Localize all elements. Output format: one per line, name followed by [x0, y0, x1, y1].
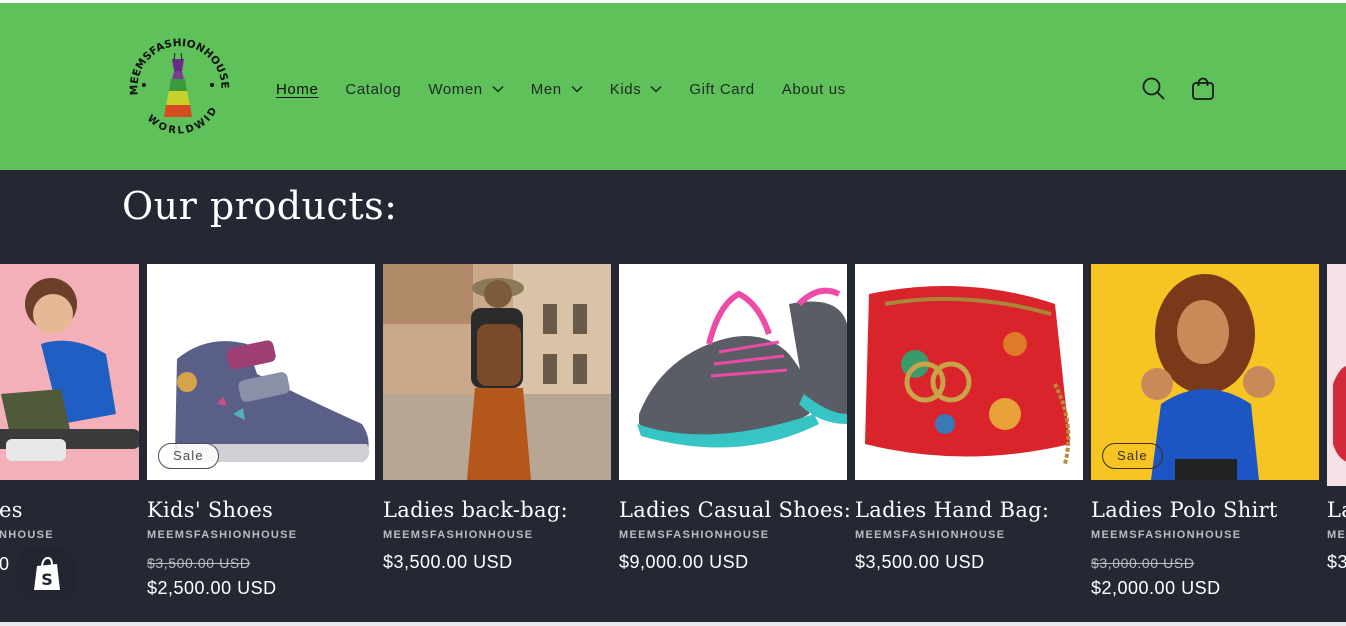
- nav-kids[interactable]: Kids: [610, 79, 663, 99]
- nav-kids-label[interactable]: Kids: [610, 81, 642, 98]
- chevron-down-icon[interactable]: [571, 85, 583, 93]
- sale-badge: Sale: [158, 443, 219, 469]
- product-vendor: MEEMSFASHIONHOUSE: [855, 529, 1006, 541]
- product-card[interactable]: Ladies Casual Shoes: MEEMSFASHIONHOUSE $…: [619, 264, 851, 572]
- product-card[interactable]: Sale Ladies Polo Shirt MEEMSFASHIONHOUSE…: [1091, 264, 1319, 598]
- sale-badge: Sale: [1102, 443, 1163, 469]
- product-title[interactable]: es: [0, 498, 23, 522]
- product-vendor: NHOUSE: [0, 529, 54, 541]
- nav-about-us[interactable]: About us: [782, 79, 846, 99]
- nav-catalog[interactable]: Catalog: [345, 79, 401, 99]
- nav-about-us-label[interactable]: About us: [782, 81, 846, 98]
- product-price: $3,500.00 USD: [855, 552, 985, 572]
- shopify-bag-icon[interactable]: S: [31, 556, 63, 592]
- nav-women-label[interactable]: Women: [428, 81, 482, 98]
- product-price-sale: $2,500.00 USD: [147, 578, 277, 598]
- product-title[interactable]: La: [1327, 498, 1346, 522]
- chevron-down-icon[interactable]: [492, 85, 504, 93]
- product-card-partial-left[interactable]: es NHOUSE 0: [0, 264, 139, 574]
- product-price-sale: $2,000.00 USD: [1091, 578, 1221, 598]
- product-vendor: MEEMSFASHIONHOUSE: [383, 529, 534, 541]
- nav-men[interactable]: Men: [531, 79, 583, 99]
- product-price-regular: $3,000.00 USD: [1091, 555, 1195, 571]
- product-price: $3: [1327, 552, 1346, 572]
- product-title[interactable]: Ladies Casual Shoes:: [619, 498, 851, 522]
- product-vendor: MEEMSFASHIONHOUSE: [147, 529, 298, 541]
- nav-home[interactable]: Home: [276, 79, 318, 99]
- svg-text:S: S: [41, 570, 53, 589]
- nav-women[interactable]: Women: [428, 79, 504, 99]
- product-card[interactable]: Ladies Hand Bag: MEEMSFASHIONHOUSE $3,50…: [855, 264, 1083, 572]
- featured-products-section: Our products: es NHOUSE 0 Sale Kids' Sho…: [0, 170, 1346, 622]
- product-image[interactable]: [855, 264, 1083, 480]
- product-title[interactable]: Ladies Polo Shirt: [1091, 498, 1278, 522]
- product-vendor: MEEMSFASHIONHOUSE: [619, 529, 770, 541]
- section-title: Our products:: [122, 184, 398, 228]
- nav-gift-card[interactable]: Gift Card: [689, 79, 754, 99]
- product-price: $3,500.00 USD: [383, 552, 513, 572]
- product-image[interactable]: [0, 264, 139, 480]
- product-vendor: MEEMSFASHIONHOUSE: [1091, 529, 1242, 541]
- next-section-edge: [0, 622, 1346, 626]
- product-title[interactable]: Ladies back-bag:: [383, 498, 568, 522]
- product-card-partial-right[interactable]: La ME $3: [1327, 264, 1346, 572]
- site-header: MEEMSFASHIONHOUSE WORLDWIDE Home Catalog…: [0, 3, 1346, 170]
- product-price: 0: [0, 554, 10, 574]
- nav-men-label[interactable]: Men: [531, 81, 562, 98]
- product-image[interactable]: Sale: [1091, 264, 1319, 480]
- shopify-button[interactable]: S: [18, 548, 76, 600]
- store-logo[interactable]: MEEMSFASHIONHOUSE WORLDWIDE: [122, 33, 234, 145]
- product-card[interactable]: Sale Kids' Shoes MEEMSFASHIONHOUSE $3,50…: [147, 264, 375, 598]
- product-vendor: ME: [1327, 529, 1346, 541]
- nav-gift-card-label[interactable]: Gift Card: [689, 81, 754, 98]
- nav-catalog-label[interactable]: Catalog: [345, 81, 401, 98]
- product-image[interactable]: Sale: [147, 264, 375, 480]
- nav-home-label[interactable]: Home: [276, 81, 318, 98]
- product-title[interactable]: Ladies Hand Bag:: [855, 498, 1049, 522]
- product-image[interactable]: [383, 264, 611, 480]
- search-icon[interactable]: [1141, 76, 1167, 102]
- product-card[interactable]: Ladies back-bag: MEEMSFASHIONHOUSE $3,50…: [383, 264, 611, 572]
- product-price-regular: $3,500.00 USD: [147, 555, 251, 571]
- main-nav: Home Catalog Women Men Kids Gift Card Ab…: [276, 79, 873, 99]
- product-title[interactable]: Kids' Shoes: [147, 498, 273, 522]
- product-image[interactable]: [619, 264, 847, 480]
- chevron-down-icon[interactable]: [650, 85, 662, 93]
- cart-icon[interactable]: [1190, 76, 1216, 102]
- product-price: $9,000.00 USD: [619, 552, 749, 572]
- product-image[interactable]: [1327, 264, 1346, 486]
